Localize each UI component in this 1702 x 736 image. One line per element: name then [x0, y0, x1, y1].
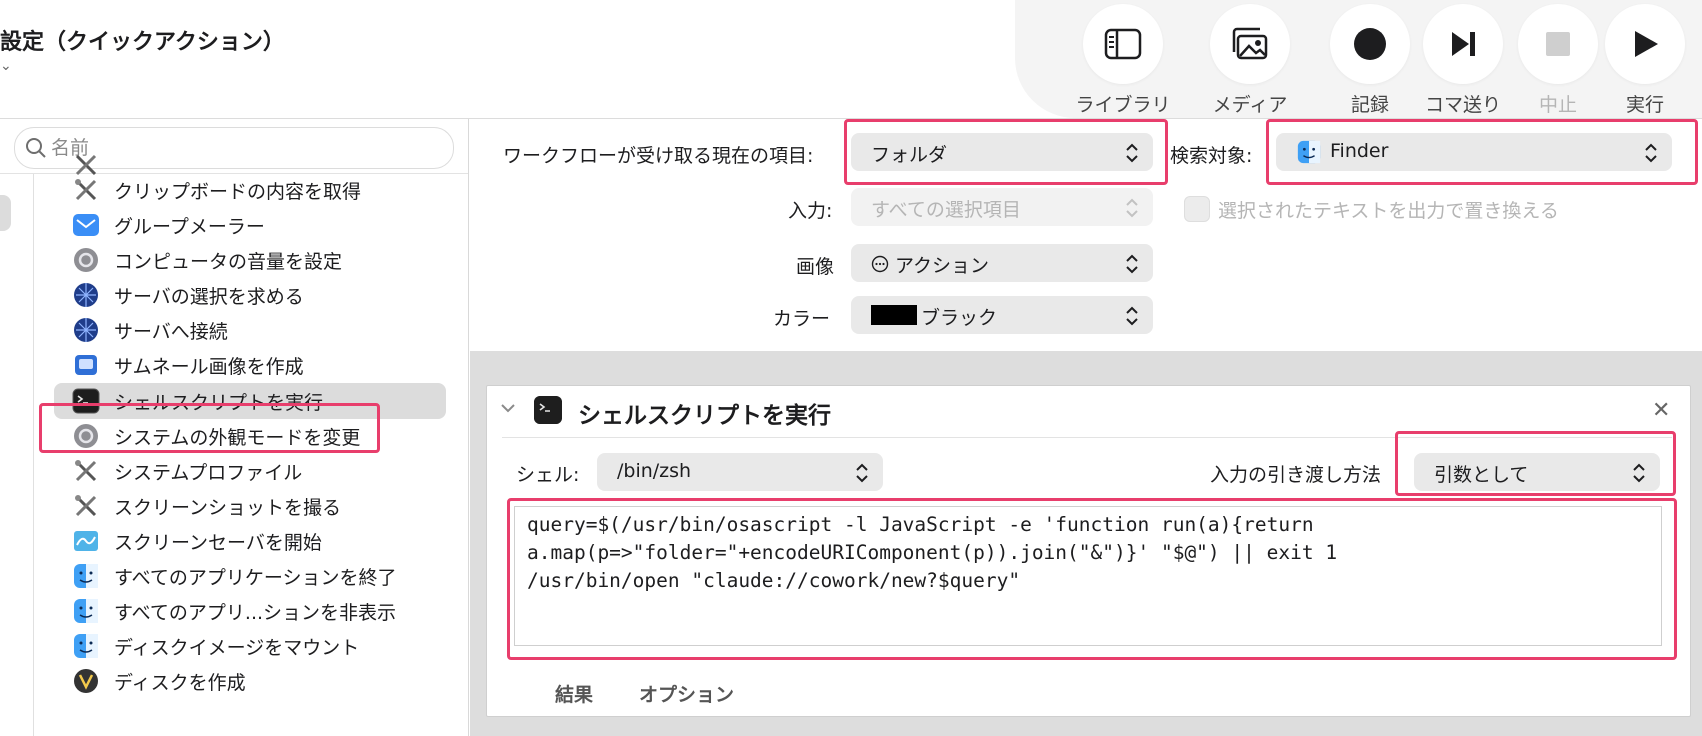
action-item-label: ディスクイメージをマウント — [114, 637, 360, 659]
action-title: シェルスクリプトを実行 — [578, 403, 831, 429]
action-item-label: システムプロファイル — [114, 462, 303, 484]
network-globe-icon — [74, 318, 98, 342]
action-item-set-volume[interactable]: コンピュータの音量を設定 — [54, 242, 446, 278]
action-item-label: すべてのアプリケーションを終了 — [114, 567, 397, 589]
action-item-ask-server[interactable]: サーバの選択を求める — [54, 277, 446, 313]
play-icon — [1635, 31, 1658, 57]
chevron-up-down-icon — [1126, 254, 1138, 274]
action-item-label: クリップボードの内容を取得 — [114, 181, 362, 203]
step-button[interactable]: コマ送り — [1413, 4, 1513, 117]
run-button[interactable]: 実行 — [1595, 4, 1695, 117]
title-disclosure-icon[interactable]: ⌄ — [0, 58, 12, 74]
stop-label: 中止 — [1538, 94, 1577, 116]
search-icon — [26, 138, 46, 158]
stop-button[interactable]: 中止 — [1508, 4, 1608, 117]
action-item-mount-disk-image[interactable]: ディスクイメージをマウント — [54, 628, 446, 664]
color-swatch — [871, 305, 917, 325]
highlight-shell-item — [39, 403, 380, 453]
replace-text-label: 選択されたテキストを出力で置き換える — [1218, 200, 1559, 222]
color-value: ブラック — [921, 307, 998, 329]
color-popup[interactable]: ブラック — [851, 296, 1153, 334]
shell-label: シェル: — [516, 464, 580, 486]
action-item-create-thumbnail[interactable]: サムネール画像を作成 — [54, 347, 446, 383]
action-item-label: サーバの選択を求める — [114, 286, 304, 308]
record-button[interactable]: 記録 — [1320, 4, 1420, 117]
utility-tools-icon — [75, 460, 97, 482]
action-item-take-screenshot[interactable]: スクリーンショットを撮る — [54, 488, 446, 524]
action-item-label: コンピュータの音量を設定 — [114, 251, 343, 273]
color-label: カラー — [773, 308, 831, 330]
tab-options[interactable]: オプション — [639, 680, 734, 707]
sidebar-icon — [1104, 28, 1142, 60]
action-item-start-screensaver[interactable]: スクリーンセーバを開始 — [54, 523, 446, 559]
toolbar: ライブラリ メディア 記録 コマ送り 中止 実行 — [1015, 0, 1702, 118]
chevron-down-icon[interactable] — [500, 402, 516, 414]
image-value: アクション — [895, 255, 990, 277]
input-value: すべての選択項目 — [871, 199, 1021, 221]
highlight-receives — [844, 119, 1168, 185]
shell-popup[interactable]: /bin/zsh — [597, 453, 883, 491]
step-icon — [1452, 32, 1475, 56]
action-item-system-profile[interactable]: システムプロファイル — [54, 453, 446, 489]
system-preferences-icon — [74, 248, 98, 272]
media-label: メディア — [1212, 94, 1288, 116]
library-button[interactable]: ライブラリ — [1073, 4, 1173, 117]
input-label: 入力: — [788, 200, 833, 222]
chevron-up-down-icon — [856, 463, 868, 483]
action-item-label: スクリーンショットを撮る — [114, 497, 342, 519]
finder-icon — [74, 599, 98, 623]
highlight-script — [507, 498, 1677, 660]
disk-utility-icon — [74, 669, 98, 693]
chevron-up-down-icon — [1126, 306, 1138, 326]
action-item-label: サーバへ接続 — [114, 321, 228, 343]
replace-text-checkbox[interactable] — [1184, 196, 1210, 222]
action-item-group-mailer[interactable]: グループメーラー — [54, 207, 446, 243]
category-selection — [0, 195, 11, 231]
more-circle-icon — [871, 255, 889, 273]
search-in-label: 検索対象: — [1170, 145, 1253, 167]
image-popup[interactable]: アクション — [851, 244, 1153, 282]
terminal-icon — [534, 396, 562, 424]
action-item-label: サムネール画像を作成 — [114, 356, 304, 378]
action-item-label: ディスクを作成 — [114, 672, 246, 694]
close-icon[interactable]: ✕ — [1652, 398, 1670, 423]
step-label: コマ送り — [1424, 94, 1501, 116]
shell-value: /bin/zsh — [617, 460, 692, 482]
window-title: 設定（クイックアクション） — [0, 30, 285, 55]
image-label: 画像 — [796, 256, 835, 278]
finder-icon — [74, 634, 98, 658]
highlight-search-in — [1266, 119, 1698, 185]
photos-icon — [1232, 27, 1268, 60]
library-label: ライブラリ — [1075, 94, 1171, 116]
screensaver-icon — [74, 531, 98, 551]
network-globe-icon — [74, 283, 98, 307]
utility-tools-icon — [75, 179, 97, 201]
media-button[interactable]: メディア — [1200, 4, 1300, 117]
record-icon — [1354, 28, 1386, 60]
highlight-pass-input — [1395, 431, 1676, 496]
stop-icon — [1546, 32, 1570, 56]
chevron-up-down-icon — [1126, 198, 1138, 218]
preview-icon — [75, 355, 97, 375]
action-item-quit-all-apps[interactable]: すべてのアプリケーションを終了 — [54, 558, 446, 594]
action-item-label: グループメーラー — [114, 216, 265, 238]
action-item-label: すべてのアプリ...ションを非表示 — [114, 602, 397, 624]
utility-tools-icon — [75, 495, 97, 517]
tab-results[interactable]: 結果 — [555, 680, 593, 707]
category-column[interactable] — [0, 174, 34, 736]
action-item-connect-server[interactable]: サーバへ接続 — [54, 312, 446, 348]
receives-label: ワークフローが受け取る現在の項目: — [503, 145, 814, 167]
action-item-label: スクリーンセーバを開始 — [114, 532, 322, 554]
run-label: 実行 — [1625, 94, 1664, 116]
action-item-get-clipboard[interactable]: クリップボードの内容を取得 — [54, 172, 446, 208]
mail-icon — [73, 214, 99, 236]
action-item-hide-all-apps[interactable]: すべてのアプリ...ションを非表示 — [54, 593, 446, 629]
record-label: 記録 — [1350, 94, 1389, 116]
action-item-create-disk[interactable]: ディスクを作成 — [54, 663, 446, 699]
input-popup[interactable]: すべての選択項目 — [851, 188, 1153, 226]
pass-input-label: 入力の引き渡し方法 — [1210, 464, 1382, 486]
finder-icon — [74, 564, 98, 588]
